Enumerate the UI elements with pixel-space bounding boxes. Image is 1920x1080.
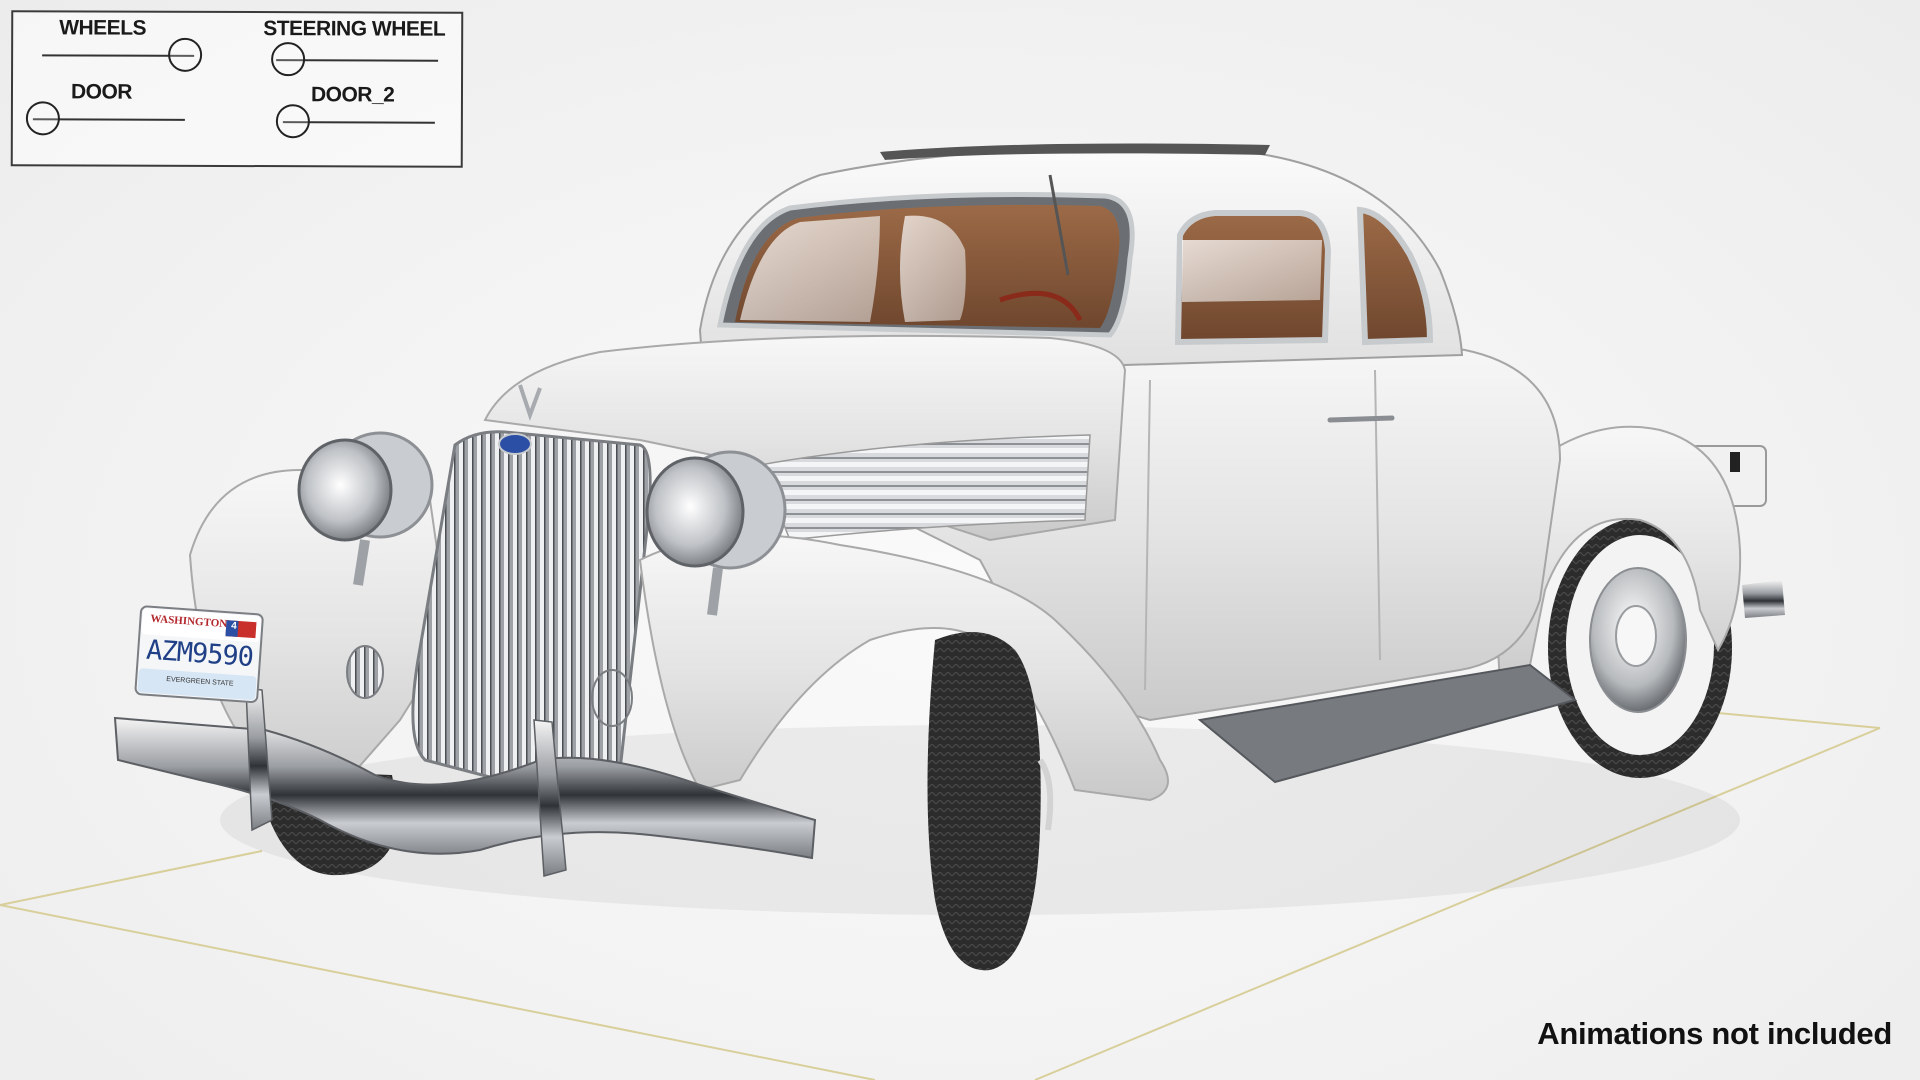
horn-grille-left xyxy=(346,645,384,699)
animations-note: Animations not included xyxy=(1537,1016,1892,1051)
door-label: DOOR xyxy=(70,80,133,104)
wheels-slider-knob[interactable] xyxy=(168,37,203,72)
door-2-label: DOOR_2 xyxy=(310,83,395,107)
plate-sticker: 4 xyxy=(230,620,238,632)
plate-number: AZM9590 xyxy=(145,634,254,674)
render-viewport: WASHINGTON 4 AZM9590 EVERGREEN STATE WHE… xyxy=(0,0,1920,1080)
steering-wheel-label: STEERING WHEEL xyxy=(263,17,446,41)
door-slider-knob[interactable] xyxy=(25,101,60,136)
radiator-grille xyxy=(411,430,652,788)
ford-badge xyxy=(498,433,532,455)
rig-control-panel: WHEELS STEERING WHEEL DOOR DOOR_2 xyxy=(10,10,464,168)
horn-grille-right xyxy=(591,669,633,727)
door-handle xyxy=(1327,415,1395,423)
plate-motto: EVERGREEN STATE xyxy=(166,676,234,688)
side-window-rear xyxy=(1356,206,1434,346)
wheels-label: WHEELS xyxy=(59,16,147,40)
plate-text-layer: WASHINGTON 4 AZM9590 EVERGREEN STATE xyxy=(135,606,263,702)
plate-state: WASHINGTON xyxy=(150,612,228,631)
door-2-slider-knob[interactable] xyxy=(275,104,310,139)
steering-wheel-slider-knob[interactable] xyxy=(271,42,306,77)
